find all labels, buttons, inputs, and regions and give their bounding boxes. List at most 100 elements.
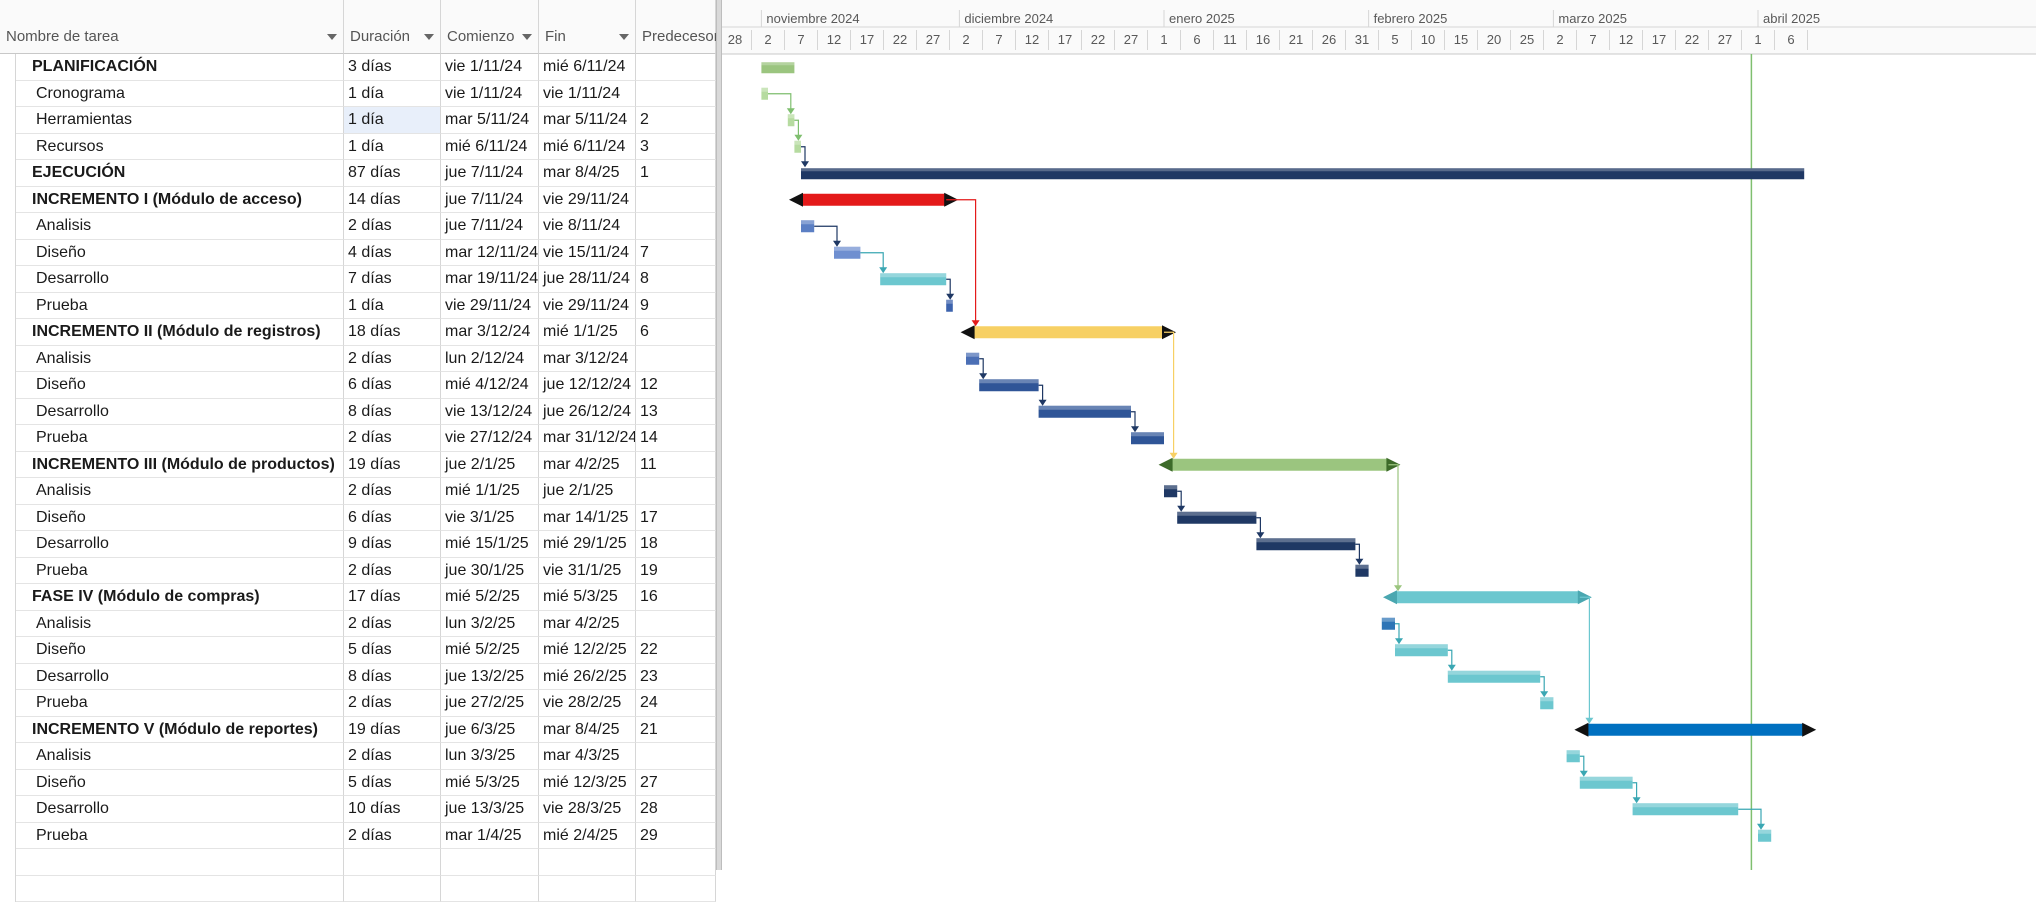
row-indicator[interactable] bbox=[0, 54, 16, 81]
task-pred-cell[interactable]: 24 bbox=[636, 690, 716, 717]
task-duration-cell[interactable]: 2 días bbox=[344, 611, 441, 638]
task-name-cell[interactable]: Prueba bbox=[16, 425, 344, 452]
task-pred-cell[interactable] bbox=[636, 187, 716, 214]
task-row[interactable]: Desarrollo9 díasmié 15/1/25mié 29/1/2518 bbox=[0, 531, 716, 558]
task-duration-cell[interactable]: 1 día bbox=[344, 81, 441, 108]
task-end-cell[interactable]: mié 12/2/25 bbox=[539, 637, 636, 664]
row-indicator[interactable] bbox=[0, 399, 16, 426]
task-pred-cell[interactable] bbox=[636, 54, 716, 81]
task-pred-cell[interactable]: 27 bbox=[636, 770, 716, 797]
task-name-cell[interactable]: Diseño bbox=[16, 770, 344, 797]
task-start-cell[interactable]: mar 1/4/25 bbox=[441, 823, 539, 850]
task-duration-cell[interactable]: 1 día bbox=[344, 293, 441, 320]
task-end-cell[interactable]: jue 28/11/24 bbox=[539, 266, 636, 293]
column-header-start[interactable]: Comienzo bbox=[441, 0, 539, 54]
task-row[interactable]: Diseño6 díasvie 3/1/25mar 14/1/2517 bbox=[0, 505, 716, 532]
task-start-cell[interactable]: lun 3/3/25 bbox=[441, 743, 539, 770]
task-row[interactable]: Desarrollo8 díasvie 13/12/24jue 26/12/24… bbox=[0, 399, 716, 426]
task-duration-cell[interactable]: 87 días bbox=[344, 160, 441, 187]
row-indicator[interactable] bbox=[0, 240, 16, 267]
empty-cell[interactable] bbox=[441, 876, 539, 902]
row-indicator[interactable] bbox=[0, 372, 16, 399]
summary-bar[interactable] bbox=[1395, 591, 1580, 603]
task-start-cell[interactable]: jue 13/2/25 bbox=[441, 664, 539, 691]
task-row[interactable]: Prueba2 díasvie 27/12/24mar 31/12/2414 bbox=[0, 425, 716, 452]
empty-cell[interactable] bbox=[539, 876, 636, 902]
task-end-cell[interactable]: mié 6/11/24 bbox=[539, 54, 636, 81]
task-pred-cell[interactable]: 3 bbox=[636, 134, 716, 161]
task-start-cell[interactable]: jue 2/1/25 bbox=[441, 452, 539, 479]
task-name-cell[interactable]: Prueba bbox=[16, 293, 344, 320]
task-end-cell[interactable]: mar 5/11/24 bbox=[539, 107, 636, 134]
empty-cell[interactable] bbox=[344, 849, 441, 876]
task-pred-cell[interactable]: 19 bbox=[636, 558, 716, 585]
dropdown-arrow-icon[interactable] bbox=[619, 34, 629, 40]
row-indicator[interactable] bbox=[0, 876, 16, 902]
task-pred-cell[interactable]: 11 bbox=[636, 452, 716, 479]
task-pred-cell[interactable] bbox=[636, 81, 716, 108]
task-row[interactable]: Prueba2 díasjue 30/1/25vie 31/1/2519 bbox=[0, 558, 716, 585]
task-name-cell[interactable]: Desarrollo bbox=[16, 664, 344, 691]
dropdown-arrow-icon[interactable] bbox=[327, 34, 337, 40]
task-start-cell[interactable]: jue 7/11/24 bbox=[441, 213, 539, 240]
column-header-end[interactable]: Fin bbox=[539, 0, 636, 54]
task-name-cell[interactable]: Analisis bbox=[16, 478, 344, 505]
task-pred-cell[interactable] bbox=[636, 478, 716, 505]
task-row[interactable]: PLANIFICACIÓN3 díasvie 1/11/24mié 6/11/2… bbox=[0, 54, 716, 81]
row-indicator[interactable] bbox=[0, 293, 16, 320]
task-row[interactable]: Herramientas1 díamar 5/11/24mar 5/11/242 bbox=[0, 107, 716, 134]
dropdown-arrow-icon[interactable] bbox=[522, 34, 532, 40]
dropdown-arrow-icon[interactable] bbox=[424, 34, 434, 40]
task-name-cell[interactable]: INCREMENTO III (Módulo de productos) bbox=[16, 452, 344, 479]
task-row[interactable]: INCREMENTO I (Módulo de acceso)14 díasju… bbox=[0, 187, 716, 214]
task-end-cell[interactable]: mar 4/2/25 bbox=[539, 611, 636, 638]
row-indicator[interactable] bbox=[0, 160, 16, 187]
task-duration-cell[interactable]: 8 días bbox=[344, 664, 441, 691]
summary-bar[interactable] bbox=[1586, 724, 1804, 736]
task-start-cell[interactable]: mar 5/11/24 bbox=[441, 107, 539, 134]
task-pred-cell[interactable]: 23 bbox=[636, 664, 716, 691]
task-row[interactable]: Analisis2 díaslun 2/12/24mar 3/12/24 bbox=[0, 346, 716, 373]
task-pred-cell[interactable]: 2 bbox=[636, 107, 716, 134]
task-duration-cell[interactable]: 10 días bbox=[344, 796, 441, 823]
task-duration-cell[interactable]: 1 día bbox=[344, 107, 441, 134]
task-name-cell[interactable]: Analisis bbox=[16, 611, 344, 638]
task-duration-cell[interactable]: 2 días bbox=[344, 425, 441, 452]
task-name-cell[interactable]: INCREMENTO II (Módulo de registros) bbox=[16, 319, 344, 346]
task-name-cell[interactable]: Diseño bbox=[16, 372, 344, 399]
row-indicator[interactable] bbox=[0, 213, 16, 240]
task-row[interactable]: Diseño5 díasmié 5/2/25mié 12/2/2522 bbox=[0, 637, 716, 664]
task-name-cell[interactable]: Cronograma bbox=[16, 81, 344, 108]
task-pred-cell[interactable]: 13 bbox=[636, 399, 716, 426]
row-indicator[interactable] bbox=[0, 717, 16, 744]
row-indicator[interactable] bbox=[0, 796, 16, 823]
task-end-cell[interactable]: mié 5/3/25 bbox=[539, 584, 636, 611]
task-duration-cell[interactable]: 7 días bbox=[344, 266, 441, 293]
task-pred-cell[interactable]: 22 bbox=[636, 637, 716, 664]
task-start-cell[interactable]: lun 3/2/25 bbox=[441, 611, 539, 638]
task-pred-cell[interactable]: 16 bbox=[636, 584, 716, 611]
task-start-cell[interactable]: mié 5/3/25 bbox=[441, 770, 539, 797]
row-indicator[interactable] bbox=[0, 770, 16, 797]
task-duration-cell[interactable]: 2 días bbox=[344, 690, 441, 717]
task-row[interactable]: Analisis2 díaslun 3/2/25mar 4/2/25 bbox=[0, 611, 716, 638]
row-indicator[interactable] bbox=[0, 637, 16, 664]
task-row[interactable]: Diseño4 díasmar 12/11/24vie 15/11/247 bbox=[0, 240, 716, 267]
row-indicator[interactable] bbox=[0, 505, 16, 532]
task-start-cell[interactable]: vie 27/12/24 bbox=[441, 425, 539, 452]
task-end-cell[interactable]: mié 1/1/25 bbox=[539, 319, 636, 346]
task-row[interactable]: Prueba2 díasjue 27/2/25vie 28/2/2524 bbox=[0, 690, 716, 717]
row-indicator[interactable] bbox=[0, 558, 16, 585]
task-row[interactable]: EJECUCIÓN87 díasjue 7/11/24mar 8/4/251 bbox=[0, 160, 716, 187]
task-start-cell[interactable]: mié 4/12/24 bbox=[441, 372, 539, 399]
task-end-cell[interactable]: vie 1/11/24 bbox=[539, 81, 636, 108]
column-header-duration[interactable]: Duración bbox=[344, 0, 441, 54]
task-start-cell[interactable]: mié 1/1/25 bbox=[441, 478, 539, 505]
task-start-cell[interactable]: vie 29/11/24 bbox=[441, 293, 539, 320]
task-end-cell[interactable]: mar 31/12/24 bbox=[539, 425, 636, 452]
task-row[interactable]: Recursos1 díamié 6/11/24mié 6/11/243 bbox=[0, 134, 716, 161]
empty-row[interactable] bbox=[0, 849, 716, 876]
task-start-cell[interactable]: vie 1/11/24 bbox=[441, 81, 539, 108]
summary-bar[interactable] bbox=[973, 326, 1164, 338]
row-indicator[interactable] bbox=[0, 664, 16, 691]
